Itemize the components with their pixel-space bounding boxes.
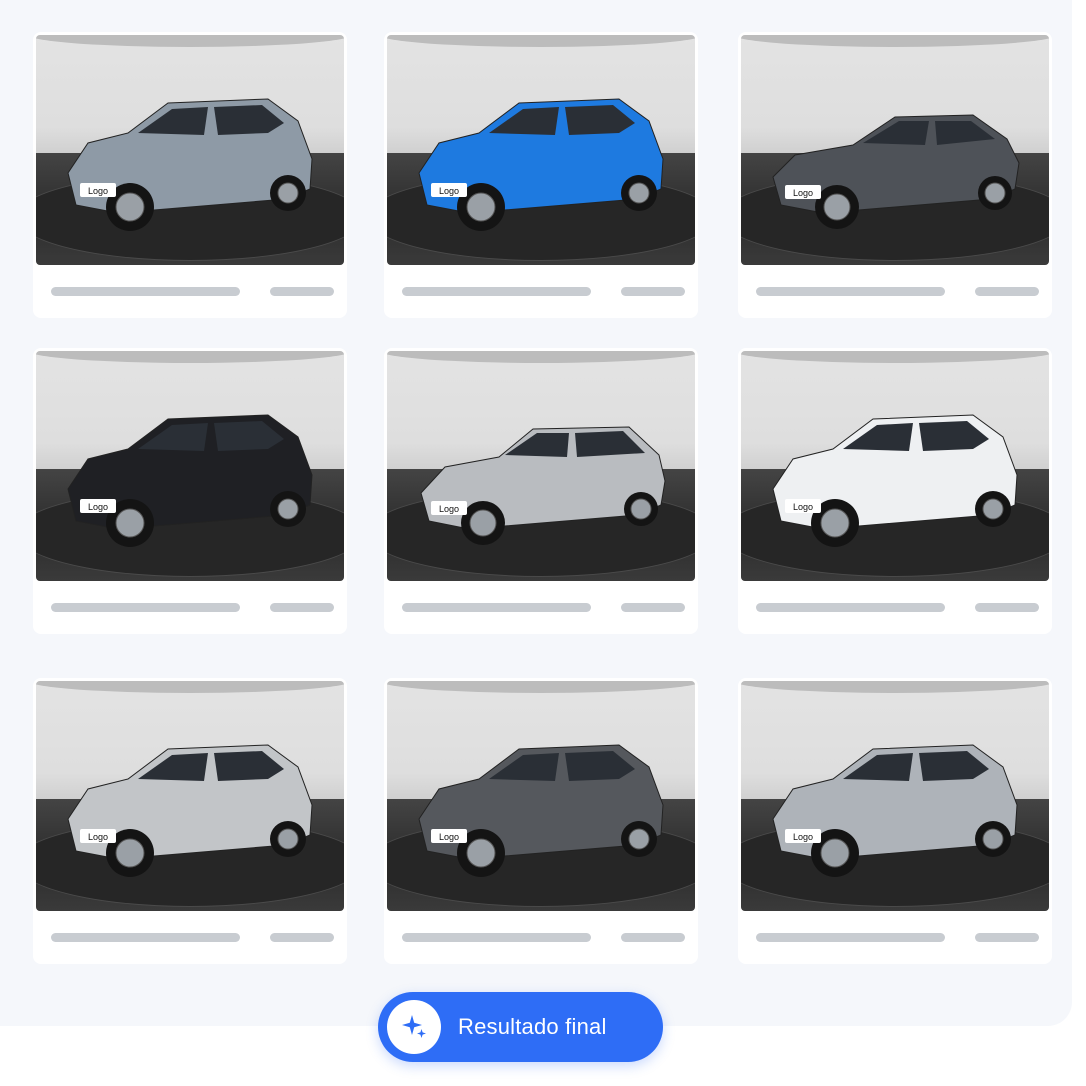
- plate-label: Logo: [793, 502, 813, 512]
- price-placeholder: [621, 933, 685, 942]
- car-photo: Logo: [387, 35, 695, 265]
- title-placeholder: [756, 603, 945, 612]
- price-placeholder: [270, 603, 334, 612]
- sparkles-icon: [387, 1000, 441, 1054]
- title-placeholder: [402, 287, 591, 296]
- car-image: Logo: [67, 414, 313, 547]
- car-card[interactable]: Logo: [33, 678, 347, 964]
- title-placeholder: [51, 287, 240, 296]
- car-card[interactable]: Logo: [33, 32, 347, 318]
- plate-label: Logo: [439, 504, 459, 514]
- car-image: Logo: [772, 414, 1018, 547]
- car-photo: Logo: [36, 35, 344, 265]
- car-photo: Logo: [741, 681, 1049, 911]
- title-placeholder: [756, 933, 945, 942]
- car-photo: Logo: [741, 35, 1049, 265]
- price-placeholder: [975, 287, 1039, 296]
- price-placeholder: [270, 287, 334, 296]
- car-image: Logo: [772, 114, 1020, 229]
- title-placeholder: [402, 933, 591, 942]
- price-placeholder: [621, 287, 685, 296]
- final-result-label: Resultado final: [458, 1014, 607, 1039]
- car-card[interactable]: Logo: [738, 678, 1052, 964]
- car-image: Logo: [67, 98, 313, 231]
- gallery-panel: Logo Logo Logo Logo Logo Logo Logo Logo …: [0, 0, 1072, 1026]
- car-photo: Logo: [36, 351, 344, 581]
- car-photo: Logo: [387, 351, 695, 581]
- price-placeholder: [621, 603, 685, 612]
- car-image: Logo: [418, 744, 664, 877]
- car-card[interactable]: Logo: [738, 348, 1052, 634]
- car-image: Logo: [418, 98, 664, 231]
- price-placeholder: [270, 933, 334, 942]
- plate-label: Logo: [793, 832, 813, 842]
- title-placeholder: [756, 287, 945, 296]
- car-card[interactable]: Logo: [384, 678, 698, 964]
- car-photo: Logo: [387, 681, 695, 911]
- plate-label: Logo: [88, 502, 108, 512]
- plate-label: Logo: [793, 188, 813, 198]
- car-image: Logo: [420, 426, 666, 545]
- plate-label: Logo: [88, 832, 108, 842]
- title-placeholder: [51, 603, 240, 612]
- plate-label: Logo: [439, 186, 459, 196]
- title-placeholder: [402, 603, 591, 612]
- car-card[interactable]: Logo: [384, 32, 698, 318]
- final-result-button[interactable]: Resultado final: [378, 992, 663, 1062]
- price-placeholder: [975, 933, 1039, 942]
- plate-label: Logo: [439, 832, 459, 842]
- car-image: Logo: [772, 744, 1018, 877]
- title-placeholder: [51, 933, 240, 942]
- car-card[interactable]: Logo: [384, 348, 698, 634]
- plate-label: Logo: [88, 186, 108, 196]
- car-card[interactable]: Logo: [738, 32, 1052, 318]
- car-card[interactable]: Logo: [33, 348, 347, 634]
- car-image: Logo: [67, 744, 313, 877]
- car-photo: Logo: [741, 351, 1049, 581]
- car-photo: Logo: [36, 681, 344, 911]
- price-placeholder: [975, 603, 1039, 612]
